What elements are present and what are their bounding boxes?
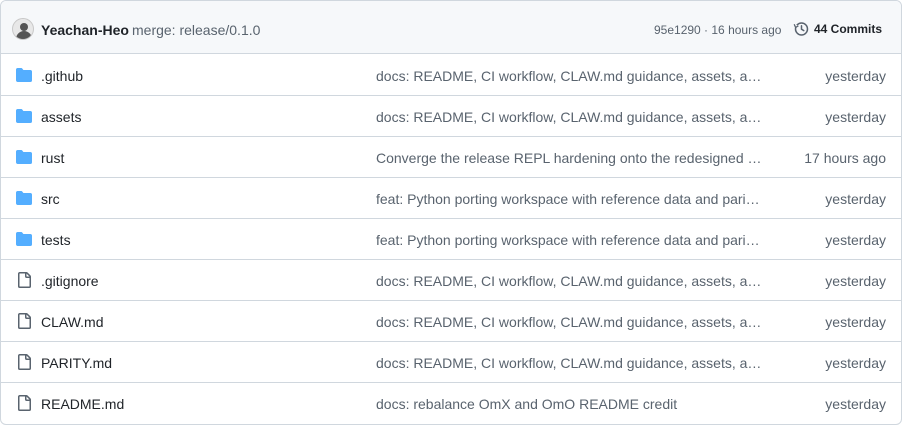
folder-icon	[16, 190, 32, 206]
file-icon	[16, 313, 32, 329]
file-commit-message-link[interactable]: docs: rebalance OmX and OmO README credi…	[376, 395, 763, 413]
file-commit-date: yesterday	[825, 232, 886, 248]
file-commit-date: yesterday	[825, 273, 886, 289]
file-commit-date: yesterday	[825, 191, 886, 207]
folder-icon	[16, 231, 32, 247]
commits-count-label: 44 Commits	[814, 22, 883, 36]
file-row[interactable]: tests feat: Python porting workspace with…	[1, 219, 901, 260]
file-commit-message-link[interactable]: docs: README, CI workflow, CLAW.md guida…	[376, 354, 763, 372]
latest-commit-message-link[interactable]: merge: release/0.1.0	[132, 21, 260, 39]
file-row[interactable]: src feat: Python porting workspace with r…	[1, 178, 901, 219]
avatar-head	[20, 23, 28, 31]
file-name-link[interactable]: README.md	[41, 395, 124, 413]
file-row[interactable]: rust Converge the release REPL hardening …	[1, 137, 901, 178]
file-name-link[interactable]: .gitignore	[41, 272, 99, 290]
file-name-link[interactable]: tests	[41, 231, 71, 249]
file-commit-message-link[interactable]: feat: Python porting workspace with refe…	[376, 190, 763, 208]
commits-history-link[interactable]: 44 Commits	[793, 19, 882, 39]
file-commit-date: yesterday	[825, 314, 886, 330]
file-name-link[interactable]: PARITY.md	[41, 354, 112, 372]
file-row[interactable]: .gitignore docs: README, CI workflow, CLA…	[1, 260, 901, 301]
file-row[interactable]: README.md docs: rebalance OmX and OmO REA…	[1, 383, 901, 424]
file-row[interactable]: .github docs: README, CI workflow, CLAW.m…	[1, 55, 901, 96]
file-name-link[interactable]: CLAW.md	[41, 313, 104, 331]
file-name-link[interactable]: rust	[41, 149, 64, 167]
file-commit-message-link[interactable]: docs: README, CI workflow, CLAW.md guida…	[376, 272, 763, 290]
file-commit-message-link[interactable]: docs: README, CI workflow, CLAW.md guida…	[376, 108, 763, 126]
commit-author-link[interactable]: Yeachan-Heo	[41, 21, 129, 39]
file-name-link[interactable]: assets	[41, 108, 81, 126]
file-commit-message-link[interactable]: feat: Python porting workspace with refe…	[376, 231, 763, 249]
latest-commit-header: Yeachan-Heo merge: release/0.1.0 95e1290…	[1, 1, 901, 54]
file-commit-date: yesterday	[825, 355, 886, 371]
file-browser: Yeachan-Heo merge: release/0.1.0 95e1290…	[0, 0, 902, 425]
history-icon	[793, 22, 809, 36]
file-commit-message-link[interactable]: docs: README, CI workflow, CLAW.md guida…	[376, 313, 763, 331]
file-commit-date: yesterday	[825, 396, 886, 412]
file-commit-date: yesterday	[825, 109, 886, 125]
folder-icon	[16, 108, 32, 124]
file-icon	[16, 354, 32, 370]
file-name-link[interactable]: .github	[41, 67, 83, 85]
file-commit-message-link[interactable]: Converge the release REPL hardening onto…	[376, 149, 763, 167]
file-commit-message-link[interactable]: docs: README, CI workflow, CLAW.md guida…	[376, 67, 763, 85]
commit-sha-and-time[interactable]: 95e1290 · 16 hours ago	[654, 22, 781, 38]
file-commit-date: yesterday	[825, 68, 886, 84]
file-icon	[16, 395, 32, 411]
file-row[interactable]: CLAW.md docs: README, CI workflow, CLAW.m…	[1, 301, 901, 342]
file-commit-date: 17 hours ago	[804, 150, 886, 166]
folder-icon	[16, 67, 32, 83]
user-avatar[interactable]	[12, 18, 34, 40]
file-row[interactable]: PARITY.md docs: README, CI workflow, CLAW…	[1, 342, 901, 383]
folder-icon	[16, 149, 32, 165]
file-row[interactable]: assets docs: README, CI workflow, CLAW.md…	[1, 96, 901, 137]
avatar-body	[16, 31, 32, 39]
file-icon	[16, 272, 32, 288]
file-name-link[interactable]: src	[41, 190, 60, 208]
